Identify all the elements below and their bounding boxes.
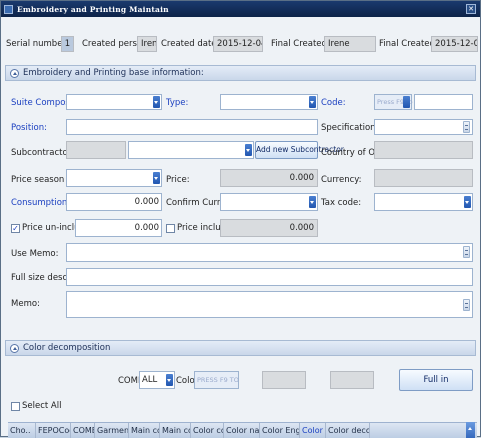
consumption-input[interactable]: 0.000 [66, 193, 162, 211]
suite-composition-select[interactable] [66, 94, 162, 110]
select-all-label: Select All [22, 401, 62, 411]
code-label: Code: [321, 98, 346, 108]
column-header[interactable]: Garment... [95, 423, 129, 438]
color-grid-header: Cho.. FEPOCode COMB Garment... Main col.… [8, 422, 477, 438]
price-uninclude-tax-checkbox[interactable]: ✓ [11, 224, 20, 233]
price-include-tax-field: 0.000 [220, 219, 318, 237]
memo-label: Memo: [11, 299, 40, 309]
column-header[interactable]: FEPOCode [36, 423, 71, 438]
column-header[interactable]: Color co... [191, 423, 224, 438]
chevron-down-icon[interactable] [464, 196, 471, 208]
window-title: Embroidery and Printing Maintain [17, 4, 169, 14]
chevron-down-icon[interactable] [309, 96, 316, 108]
confirm-currency-select[interactable] [220, 193, 318, 211]
column-header[interactable]: Color ... [300, 423, 326, 438]
ellipsis-icon[interactable] [463, 121, 470, 133]
position-input[interactable] [66, 119, 318, 135]
created-date-label: Created date [161, 39, 217, 49]
comb-value: ALL [142, 375, 158, 385]
subcontractor-label: Subcontractor: [11, 148, 74, 158]
color-input[interactable]: PRESS F9 TO [194, 371, 239, 389]
price-season-select[interactable] [66, 169, 162, 187]
select-all-checkbox[interactable] [11, 402, 20, 411]
type-label: Type: [166, 98, 189, 108]
scroll-up-icon[interactable] [466, 422, 475, 438]
fill-in-button[interactable]: Full in [399, 369, 473, 391]
code-name-input[interactable] [414, 94, 473, 110]
color-code-field [262, 371, 306, 389]
comb-select[interactable]: ALL [139, 371, 175, 389]
column-header[interactable]: COMB [71, 423, 95, 438]
subcontractor-select[interactable] [128, 141, 254, 159]
tax-code-select[interactable] [374, 193, 473, 211]
price-label: Price: [166, 175, 190, 185]
position-label: Position: [11, 123, 47, 133]
color-section-header[interactable]: Color decomposition [5, 340, 476, 356]
subcontractor-code-field [66, 141, 126, 159]
country-of-origin-field [374, 141, 473, 159]
specifications-input[interactable] [374, 119, 473, 135]
use-memo-label: Use Memo: [11, 249, 59, 259]
chevron-down-icon[interactable] [403, 96, 410, 108]
created-date-field: 2015-12-04 [213, 36, 263, 52]
app-icon [4, 4, 13, 14]
serial-number-label: Serial number [6, 39, 66, 49]
use-memo-input[interactable] [66, 243, 473, 262]
type-select[interactable] [220, 94, 318, 110]
base-info-section-header[interactable]: Embroidery and Printing base information… [5, 65, 476, 81]
price-include-tax-checkbox[interactable] [166, 224, 175, 233]
add-subcontractor-button[interactable]: Add new Subcontractor [255, 141, 344, 159]
column-header[interactable]: Color name [224, 423, 260, 438]
color-section-title: Color decomposition [23, 343, 111, 353]
serial-number-field[interactable]: 1 [61, 36, 74, 52]
column-header[interactable]: Main col... [129, 423, 160, 438]
tax-code-label: Tax code: [321, 198, 362, 208]
chevron-down-icon[interactable] [245, 144, 252, 156]
main-window: Embroidery and Printing Maintain ✕ Seria… [0, 0, 481, 438]
code-input[interactable]: Press F9 to [374, 94, 413, 110]
currency-label: Currency: [321, 175, 362, 185]
color-name-field [330, 371, 374, 389]
base-info-title: Embroidery and Printing base information… [23, 68, 204, 78]
memo-input[interactable] [66, 291, 473, 318]
chevron-down-icon[interactable] [153, 96, 160, 108]
ellipsis-icon[interactable] [463, 246, 470, 258]
currency-field [374, 169, 473, 187]
chevron-down-icon[interactable] [309, 196, 316, 208]
color-placeholder: PRESS F9 TO [197, 376, 239, 384]
price-uninclude-tax-input[interactable]: 0.000 [75, 219, 162, 237]
title-bar: Embroidery and Printing Maintain ✕ [1, 1, 480, 17]
price-field: 0.000 [220, 169, 318, 187]
specifications-label: Specifications [321, 123, 381, 133]
price-season-label: Price season [11, 175, 65, 185]
collapse-icon[interactable] [10, 343, 19, 353]
column-header[interactable]: Color decom... [326, 423, 370, 438]
column-header[interactable]: Main col... [160, 423, 191, 438]
close-icon[interactable]: ✕ [466, 4, 476, 14]
final-created-date-field: 2015-12-04 [431, 36, 478, 52]
column-header[interactable]: Color Engli... [260, 423, 300, 438]
full-size-description-input[interactable] [66, 268, 473, 286]
column-header[interactable]: Cho.. [8, 423, 36, 438]
chevron-down-icon[interactable] [153, 172, 160, 184]
ellipsis-icon[interactable] [463, 299, 470, 311]
created-person-field: Irene [137, 36, 157, 52]
collapse-icon[interactable] [10, 68, 19, 78]
chevron-down-icon[interactable] [166, 374, 173, 386]
final-created-person-field: Irene [324, 36, 376, 52]
